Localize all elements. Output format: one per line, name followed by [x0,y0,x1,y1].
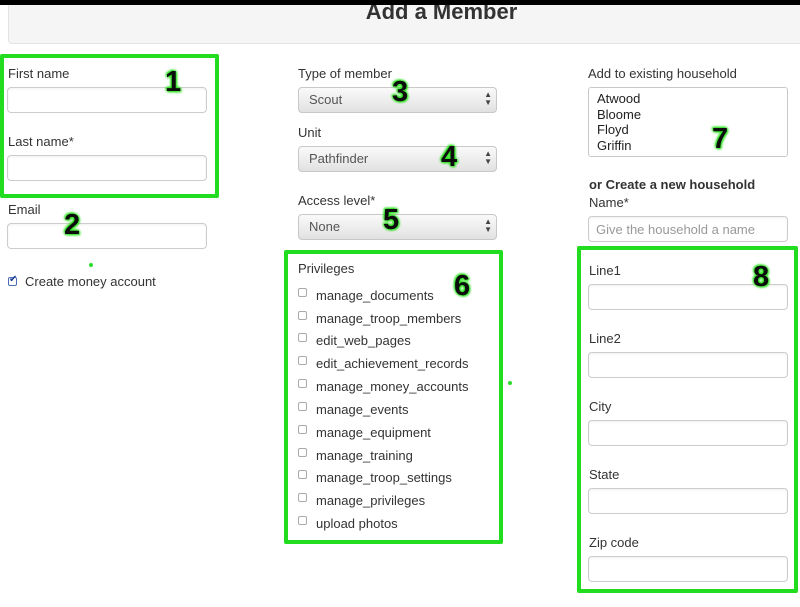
email-label: Email [8,202,41,217]
updown-arrow-icon: ▲ ▼ [484,217,492,234]
annotation-box-8 [577,246,798,593]
existing-household-label: Add to existing household [588,66,737,81]
create-money-account-label: Create money account [25,274,156,289]
new-household-heading: or Create a new household [589,177,756,192]
unit-value: Pathfinder [309,151,369,166]
annotation-number-1: 1 [165,66,182,98]
updown-arrow-icon: ▲ ▼ [484,90,492,107]
household-name-label-text: Name [589,195,624,210]
type-of-member-label: Type of member [298,66,392,81]
household-option[interactable]: Griffin [597,138,787,154]
top-edge-bar [0,0,800,5]
unit-label: Unit [298,125,322,140]
annotation-number-4: 4 [441,141,458,173]
access-level-label-text: Access level [298,193,371,208]
annotation-number-7: 7 [712,123,729,155]
annotation-number-5: 5 [383,204,400,236]
required-asterisk: * [623,195,629,210]
annotation-box-1 [0,54,219,198]
decorative-dot [508,381,512,385]
household-name-input[interactable] [588,216,788,242]
annotation-box-6 [284,250,503,544]
decorative-dot [89,263,93,267]
household-option[interactable]: Floyd [597,122,787,138]
type-of-member-value: Scout [309,92,343,107]
access-level-value: None [309,219,341,234]
annotation-number-6: 6 [454,270,471,302]
email-input[interactable] [7,223,207,249]
access-level-label: Access level* [298,193,375,208]
annotation-number-3: 3 [392,76,409,108]
annotation-number-2: 2 [64,209,81,241]
household-option[interactable]: Bloome [597,107,787,123]
updown-arrow-icon: ▲ ▼ [484,149,492,166]
annotation-number-8: 8 [753,261,770,293]
create-money-account-checkbox[interactable] [8,274,17,286]
household-name-label: Name* [589,195,629,210]
unit-select[interactable]: Pathfinder ▲ ▼ [298,146,497,172]
page-header: Add a Member [8,0,800,44]
household-option[interactable]: Atwood [597,91,787,107]
existing-household-listbox[interactable]: Atwood Bloome Floyd Griffin [588,87,788,157]
required-asterisk: * [370,193,376,208]
create-money-account-checkbox-row[interactable]: Create money account [8,274,168,290]
